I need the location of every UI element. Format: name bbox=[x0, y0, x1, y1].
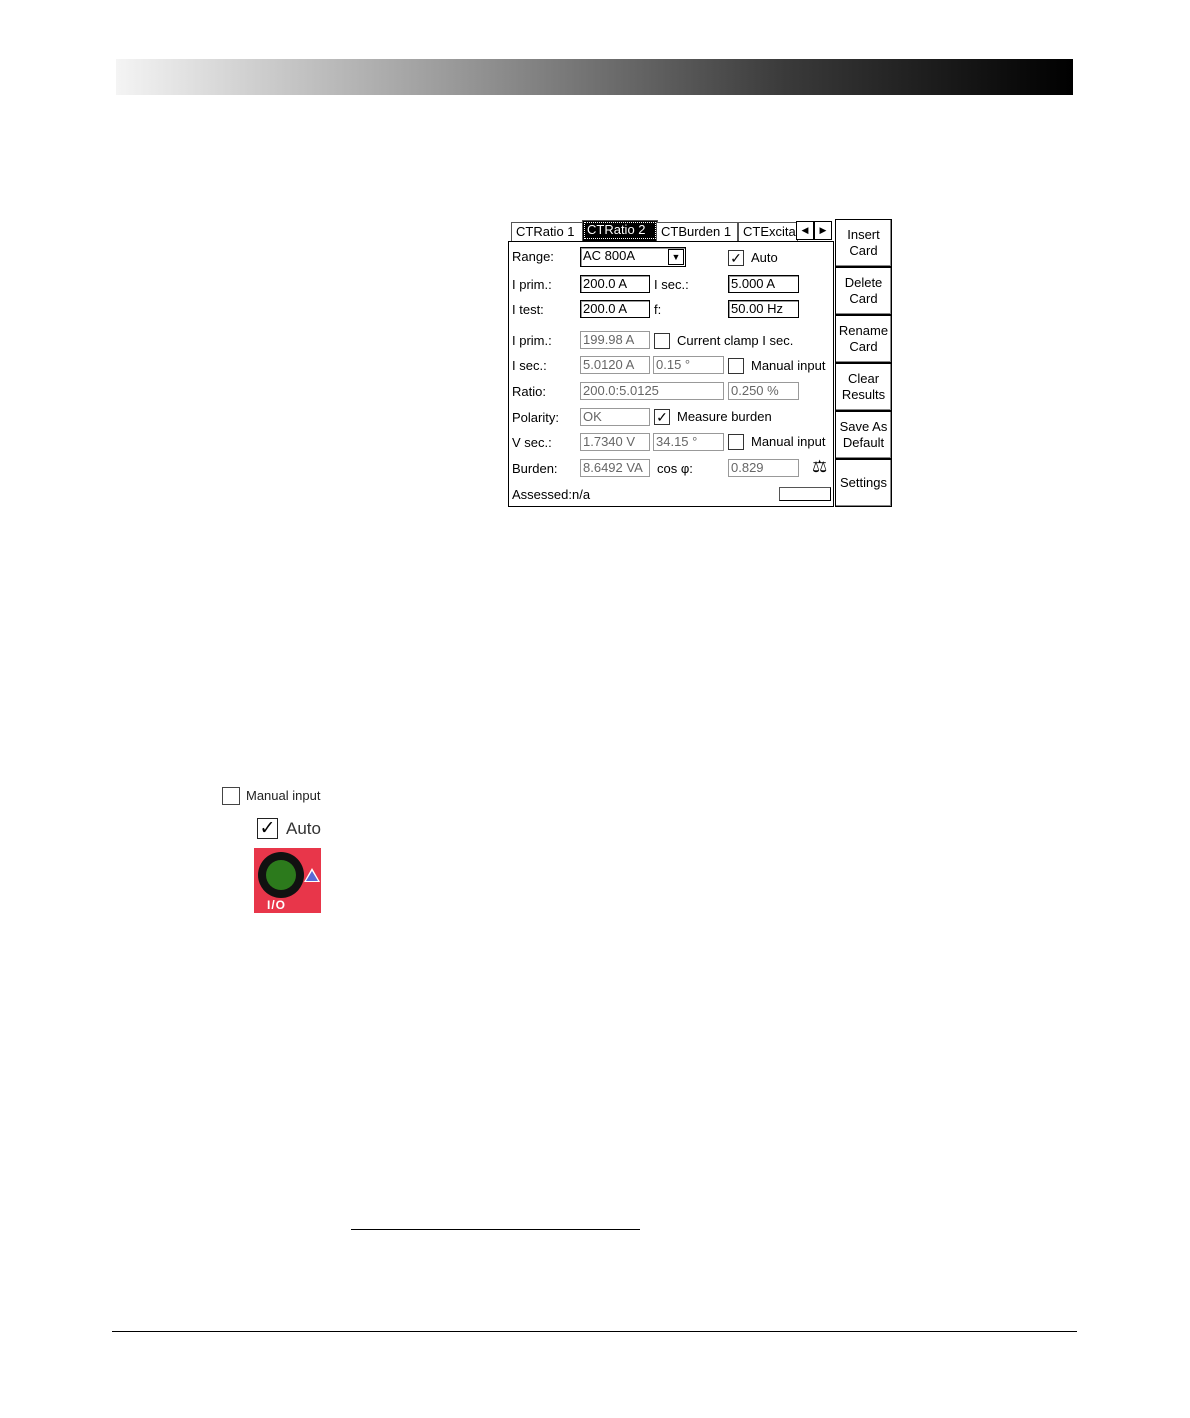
itest-input[interactable]: 200.0 A bbox=[580, 300, 650, 318]
manual-input-checkbox-example bbox=[222, 787, 240, 805]
io-core bbox=[266, 860, 296, 890]
footer-separator bbox=[112, 1331, 1077, 1332]
polarity-value: OK bbox=[580, 408, 650, 426]
itest-label: I test: bbox=[512, 302, 544, 317]
assessed-status: Assessed:n/a bbox=[512, 487, 591, 502]
save-as-default-button[interactable]: Save As Default bbox=[835, 411, 892, 459]
auto-example-label: Auto bbox=[286, 819, 321, 838]
footnote-separator bbox=[351, 1229, 640, 1230]
cosphi-label: cos φ: bbox=[657, 461, 693, 476]
tab-ctburden-1[interactable]: CTBurden 1 bbox=[656, 222, 738, 241]
measure-burden-checkbox[interactable]: ✓ bbox=[654, 409, 670, 425]
auto-checkbox[interactable]: ✓ bbox=[728, 250, 744, 266]
burden-value: 8.6492 VA bbox=[580, 459, 650, 477]
delete-card-button[interactable]: Delete Card bbox=[835, 267, 892, 315]
tab-content: Range: AC 800A ▼ ✓ Auto I prim.: 200.0 A… bbox=[508, 241, 834, 507]
frequency-input[interactable]: 50.00 Hz bbox=[728, 300, 799, 318]
chevron-down-icon[interactable]: ▼ bbox=[668, 249, 684, 265]
polarity-label: Polarity: bbox=[512, 410, 559, 425]
ct-panel: CTRatio 1 CTRatio 2 CTBurden 1 CTExcita … bbox=[508, 218, 892, 507]
manual-input-2-checkbox[interactable] bbox=[728, 434, 744, 450]
measure-burden-label: Measure burden bbox=[677, 409, 772, 424]
io-ring bbox=[258, 852, 304, 898]
rename-card-button[interactable]: Rename Card bbox=[835, 315, 892, 363]
manual-input-example-label: Manual input bbox=[246, 788, 321, 803]
iprim-label: I prim.: bbox=[512, 277, 552, 292]
insert-card-button[interactable]: Insert Card bbox=[835, 219, 892, 267]
tab-ctratio-2[interactable]: CTRatio 2 bbox=[582, 220, 658, 241]
iprim-input[interactable]: 200.0 A bbox=[580, 275, 650, 293]
ratio-value: 200.0:5.0125 bbox=[580, 382, 724, 400]
current-clamp-label: Current clamp I sec. bbox=[677, 333, 794, 348]
isec-meas-label: I sec.: bbox=[512, 358, 547, 373]
tab-ctexcitation[interactable]: CTExcita bbox=[738, 222, 798, 241]
range-value: AC 800A bbox=[583, 248, 636, 263]
assessment-indicator bbox=[779, 487, 831, 501]
ratio-deviation-value: 0.250 % bbox=[728, 382, 799, 400]
iprim-meas-value: 199.98 A bbox=[580, 331, 650, 349]
auto-checkbox-example: ✓ bbox=[257, 818, 278, 839]
auto-label: Auto bbox=[751, 250, 778, 265]
vsec-phase-value: 34.15 ° bbox=[653, 433, 724, 451]
vsec-value: 1.7340 V bbox=[580, 433, 650, 451]
manual-input-label: Manual input bbox=[751, 358, 826, 373]
cosphi-value: 0.829 bbox=[728, 459, 799, 477]
io-label: I/O bbox=[267, 898, 287, 912]
f-label: f: bbox=[654, 302, 662, 317]
range-label: Range: bbox=[512, 249, 554, 264]
isec-meas-value: 5.0120 A bbox=[580, 356, 650, 374]
tab-scroll-left-icon[interactable]: ◀ bbox=[796, 221, 814, 240]
warning-triangle-inner bbox=[306, 871, 318, 881]
ratio-label: Ratio: bbox=[512, 384, 546, 399]
isec-phase-value: 0.15 ° bbox=[653, 356, 724, 374]
current-clamp-checkbox[interactable] bbox=[654, 333, 670, 349]
isec-label: I sec.: bbox=[654, 277, 689, 292]
tab-scroll-right-icon[interactable]: ▶ bbox=[814, 221, 832, 240]
manual-input-checkbox[interactable] bbox=[728, 358, 744, 374]
settings-button[interactable]: Settings bbox=[835, 459, 892, 507]
iprim-meas-label: I prim.: bbox=[512, 333, 552, 348]
vsec-label: V sec.: bbox=[512, 435, 552, 450]
clear-results-button[interactable]: Clear Results bbox=[835, 363, 892, 411]
range-select[interactable]: AC 800A ▼ bbox=[580, 247, 686, 267]
io-button-icon: I/O bbox=[254, 848, 321, 913]
tab-strip: CTRatio 1 CTRatio 2 CTBurden 1 CTExcita … bbox=[508, 218, 834, 242]
scale-icon: ⚖ bbox=[812, 457, 828, 476]
isec-input[interactable]: 5.000 A bbox=[728, 275, 799, 293]
burden-label: Burden: bbox=[512, 461, 558, 476]
manual-input-2-label: Manual input bbox=[751, 434, 826, 449]
tab-ctratio-1[interactable]: CTRatio 1 bbox=[511, 222, 584, 241]
header-bar bbox=[116, 59, 1073, 95]
